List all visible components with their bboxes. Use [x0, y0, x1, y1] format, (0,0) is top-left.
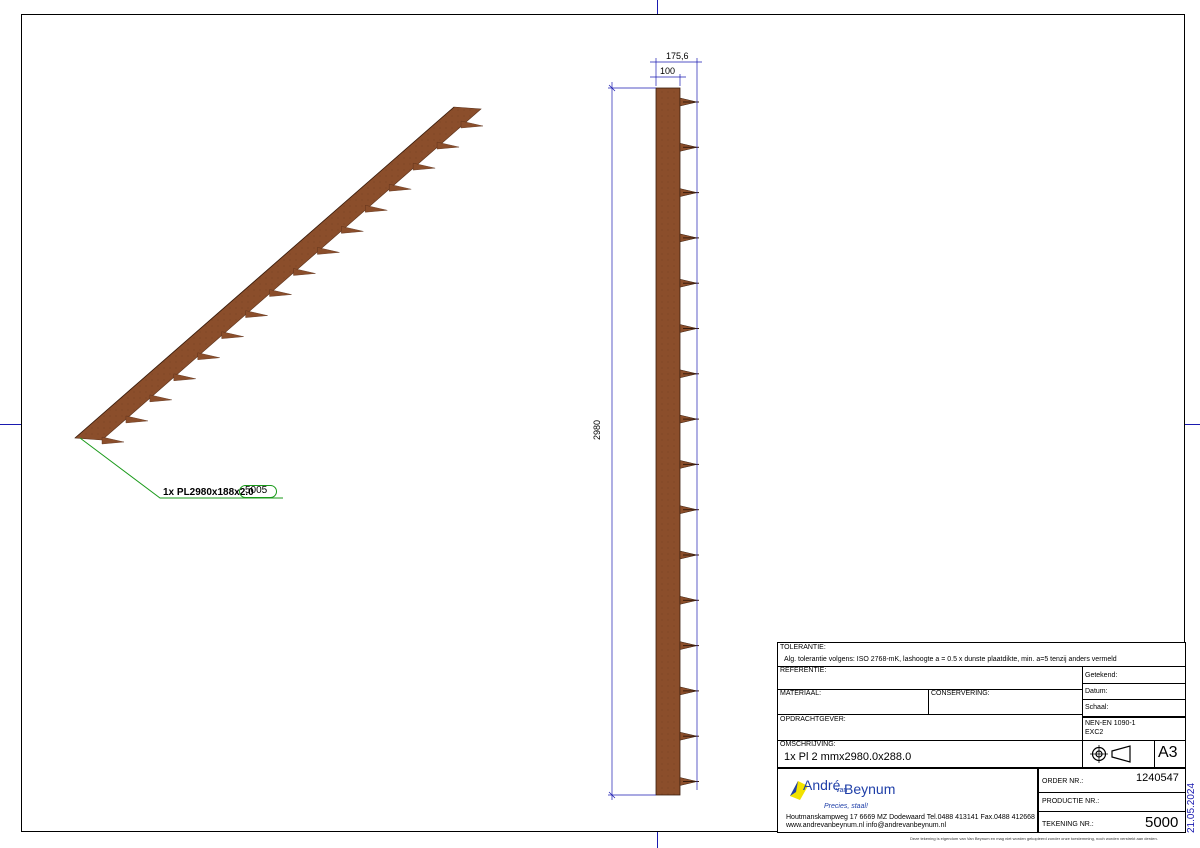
sheet-size: A3: [1158, 744, 1178, 761]
iso-spike: [269, 289, 292, 297]
reference-label: REFERENTIE:: [780, 667, 827, 674]
order-value: 1240547: [1136, 772, 1179, 784]
company-name-1: André: [803, 777, 841, 793]
tolerance-label: TOLERANTIE:: [780, 644, 826, 651]
drawing-no-value: 5000: [1145, 814, 1179, 831]
part-mark: 5005: [245, 485, 268, 496]
side-view: [608, 58, 702, 800]
iso-spike: [317, 247, 340, 255]
tolerance-text: Alg. tolerantie volgens: ISO 2768-mK, la…: [784, 656, 1117, 663]
iso-spike: [101, 436, 125, 445]
date-label: Datum:: [1085, 688, 1108, 695]
iso-spike: [365, 205, 388, 213]
iso-spike: [341, 226, 364, 234]
iso-spike: [293, 268, 316, 276]
material-label: MATERIAAL:: [780, 690, 822, 697]
date-stamp: 21.05.2024: [1186, 782, 1197, 833]
standard-line2: EXC2: [1085, 729, 1104, 736]
description-value: 1x Pl 2 mmx2980.0x288.0: [784, 751, 912, 763]
scale-label: Schaal:: [1085, 704, 1109, 711]
drawn-label: Getekend:: [1085, 672, 1118, 679]
dim-plate-width-text: 100: [660, 66, 676, 76]
iso-spikes: [101, 120, 484, 445]
conservation-label: CONSERVERING:: [931, 690, 990, 697]
production-label: PRODUCTIE NR.:: [1042, 798, 1100, 805]
iso-spike: [245, 310, 268, 318]
drawing-no-label: TEKENING NR.:: [1042, 821, 1094, 828]
iso-spike: [125, 415, 148, 424]
company-name-3: Beynum: [844, 781, 896, 797]
iso-spike: [436, 141, 460, 150]
isometric-view: [74, 106, 484, 499]
order-label: ORDER NR.:: [1042, 778, 1084, 785]
side-plate: [655, 87, 681, 796]
iso-spike: [460, 120, 484, 129]
standard-line1: NEN-EN 1090-1: [1085, 720, 1136, 727]
disclaimer: Deze tekening is eigendom van Van Beynum…: [910, 836, 1158, 841]
iso-spike: [221, 331, 244, 339]
iso-spike: [149, 394, 172, 403]
iso-spike: [173, 373, 196, 382]
dim-length-text: 2980: [592, 419, 602, 440]
client-label: OPDRACHTGEVER:: [780, 716, 846, 723]
company-slogan: Precies, staal!: [824, 803, 868, 810]
iso-spike: [389, 183, 412, 192]
description-label: OMSCHRIJVING:: [780, 741, 836, 748]
iso-spike: [412, 162, 436, 171]
iso-plate: [74, 106, 482, 441]
side-spikes: [679, 97, 699, 786]
company-web: www.andrevanbeynum.nl info@andrevanbeynu…: [786, 822, 947, 829]
company-address: Houtmanskampweg 17 6669 MZ Dodewaard Tel…: [786, 814, 1035, 821]
projection-symbol-icon: [1090, 745, 1131, 763]
dim-total-width-text: 175,6: [666, 51, 689, 61]
iso-spike: [197, 352, 220, 360]
